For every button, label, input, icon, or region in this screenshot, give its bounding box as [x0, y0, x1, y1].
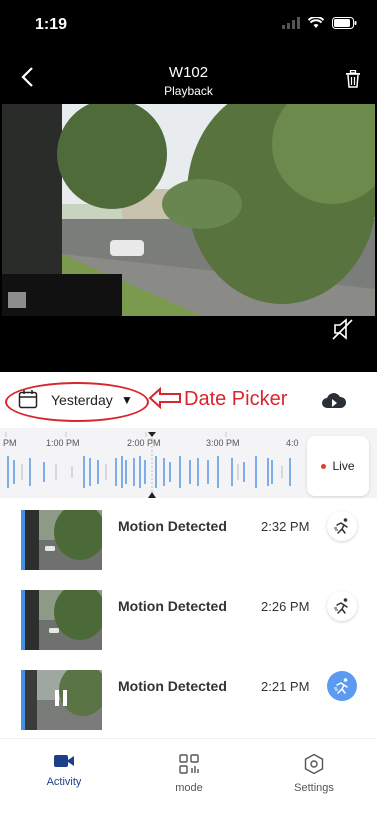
live-label: Live — [332, 459, 355, 473]
wifi-icon — [308, 17, 324, 28]
nav-bar: W102 Playback — [0, 56, 377, 104]
trash-icon[interactable] — [345, 69, 361, 93]
event-time: 2:26 PM — [261, 599, 310, 614]
tab-label: Activity — [46, 776, 82, 788]
camera-footage-image — [2, 104, 375, 316]
status-bar: 1:19 — [0, 0, 377, 56]
tab-mode[interactable]: mode — [139, 753, 239, 794]
running-person-icon[interactable] — [327, 591, 357, 621]
annotation-arrow-icon — [148, 386, 182, 414]
hexagon-gear-icon — [304, 753, 324, 775]
event-title: Motion Detected — [118, 518, 227, 534]
speaker-muted-icon[interactable] — [331, 318, 355, 345]
video-camera-icon — [54, 755, 74, 767]
event-thumbnail-image — [25, 670, 102, 730]
event-row[interactable]: Motion Detected 2:26 PM — [0, 578, 377, 658]
calendar-icon[interactable] — [18, 389, 38, 414]
event-time: 2:21 PM — [261, 679, 310, 694]
page-title: W102 — [168, 64, 209, 81]
date-bar: Yesterday ▼ Date Picker — [0, 372, 377, 428]
live-indicator-dot — [321, 463, 327, 469]
tab-settings[interactable]: Settings — [264, 753, 364, 794]
tab-label: Settings — [294, 782, 334, 794]
bottom-tab-bar: Activity mode Settings — [0, 738, 377, 815]
tab-label: mode — [175, 782, 203, 794]
event-time: 2:32 PM — [261, 519, 310, 534]
event-thumbnail-image — [25, 510, 102, 570]
cloud-play-icon[interactable] — [321, 390, 347, 415]
timeline-event-ticks — [5, 432, 291, 498]
event-thumbnail-image — [25, 590, 102, 650]
status-time: 1:19 — [35, 16, 68, 33]
battery-icon — [332, 17, 357, 29]
event-thumbnail[interactable] — [21, 670, 102, 730]
tab-activity[interactable]: Activity — [14, 753, 114, 788]
date-picker-annotation: Date Picker — [184, 388, 288, 410]
timeline-scrubber[interactable]: PM 1:00 PM 2:00 PM 3:00 PM 4:0 Live — [0, 428, 377, 498]
video-player[interactable] — [2, 104, 375, 316]
event-thumbnail[interactable] — [21, 590, 102, 650]
live-button[interactable]: Live — [307, 436, 369, 496]
dropdown-triangle-icon[interactable]: ▼ — [121, 393, 133, 407]
event-title: Motion Detected — [118, 678, 227, 694]
cellular-signal-icon — [282, 17, 300, 29]
page-subtitle: Playback — [164, 84, 213, 98]
event-row[interactable]: Motion Detected 2:21 PM — [0, 658, 377, 738]
event-row[interactable]: Motion Detected 2:32 PM — [0, 498, 377, 578]
event-thumbnail[interactable] — [21, 510, 102, 570]
running-person-icon[interactable] — [327, 511, 357, 541]
grid-icon — [179, 754, 199, 774]
date-picker-button[interactable]: Yesterday — [51, 392, 113, 408]
status-icons — [282, 17, 357, 29]
event-title: Motion Detected — [118, 598, 227, 614]
running-person-icon[interactable] — [327, 671, 357, 701]
